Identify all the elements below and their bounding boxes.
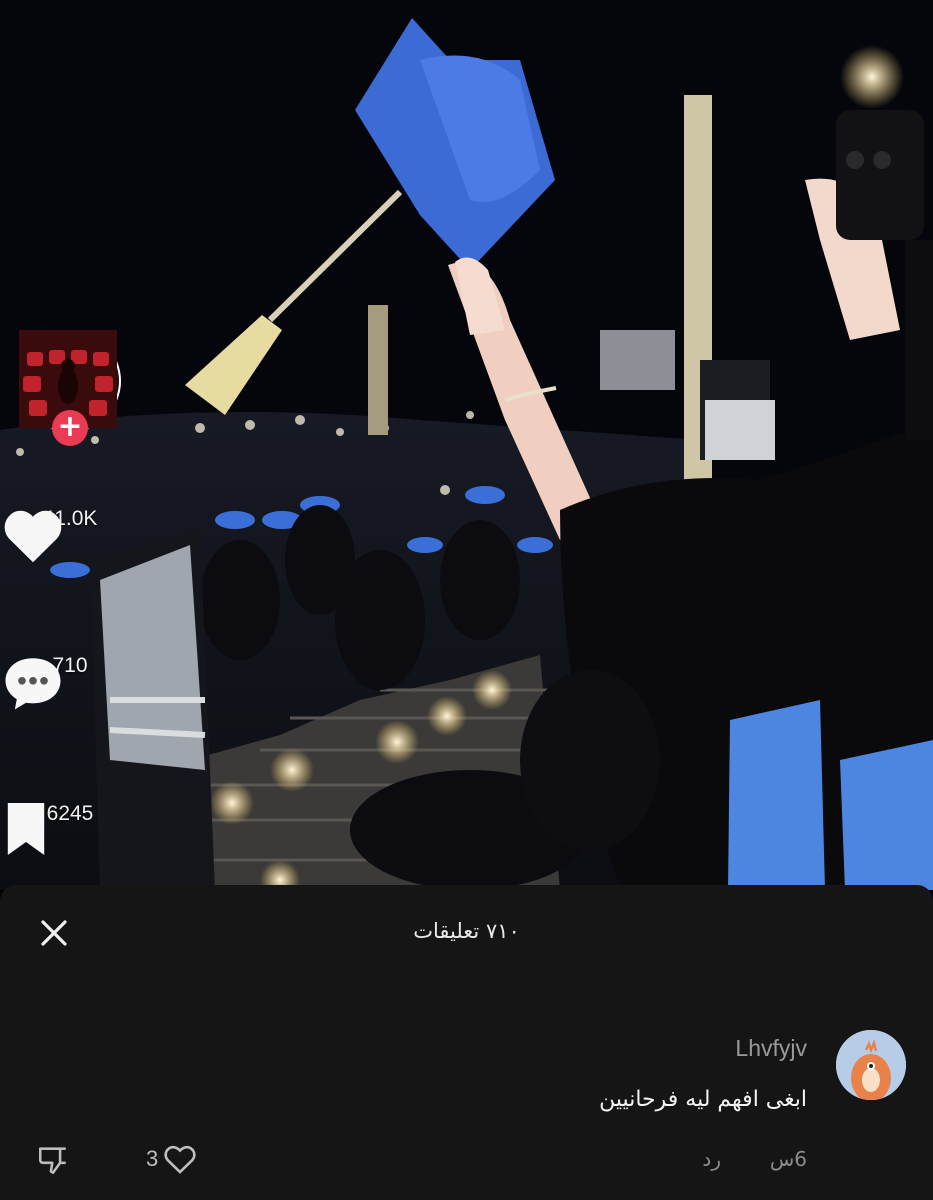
comments-sheet: ٧١٠ تعليقات Lhvfyjv ابغى افهم ليه فرحاني… — [0, 885, 933, 1200]
comment-like-count: 3 — [146, 1146, 159, 1171]
commenter-avatar[interactable] — [836, 1030, 906, 1100]
comment-like-button[interactable]: 3 — [146, 1143, 198, 1175]
bookmark-icon — [7, 803, 45, 855]
comment-text: ابغى افهم ليه فرحانيين — [599, 1087, 807, 1112]
comment-bubble-icon — [5, 658, 61, 710]
creator-avatar-wrap[interactable]: + — [19, 330, 121, 446]
video-player[interactable]: + 41.0K 710 6245 — [0, 0, 933, 890]
dislike-icon — [38, 1147, 66, 1175]
comment-username[interactable]: Lhvfyjv — [735, 1035, 807, 1062]
action-rail: + 41.0K 710 6245 — [0, 0, 140, 890]
heart-icon — [164, 1145, 196, 1174]
reply-button[interactable]: رد — [702, 1147, 721, 1171]
heart-icon — [4, 510, 62, 563]
comments-sheet-title: ٧١٠ تعليقات — [413, 919, 520, 943]
comment-dislike-button[interactable] — [36, 1143, 70, 1181]
follow-button[interactable]: + — [52, 410, 88, 446]
save-button[interactable]: 6245 — [0, 800, 140, 855]
comments-button[interactable]: 710 — [0, 652, 140, 710]
comment-time: 6س — [769, 1147, 807, 1171]
like-button[interactable]: 41.0K — [0, 505, 140, 563]
